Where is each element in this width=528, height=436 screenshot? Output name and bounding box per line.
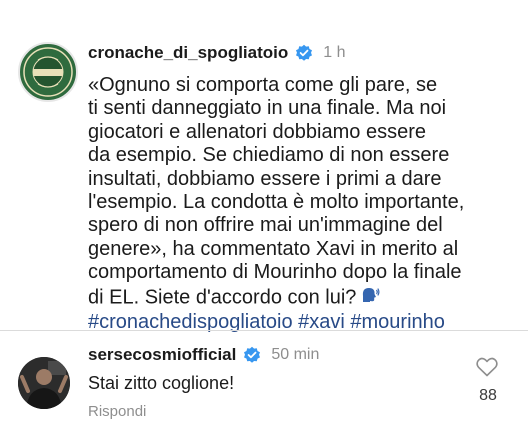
post-header: cronache_di_spogliatoio 1 h bbox=[88, 40, 346, 66]
caption-line: insultati, dobbiamo essere i primi a dar… bbox=[88, 167, 442, 190]
comment-row: sersecosmiofficial 50 min Stai zitto cog… bbox=[0, 331, 528, 436]
caption-line: di EL. Siete d'accordo con lui? bbox=[88, 286, 357, 309]
post-username[interactable]: cronache_di_spogliatoio bbox=[88, 43, 288, 63]
caption-line: genere», ha commentato Xavi in merito al bbox=[88, 237, 459, 260]
post-caption: cronache_di_spogliatoio 1 h «Ognuno si c… bbox=[0, 0, 528, 333]
caption-line: giocatori e allenatori dobbiamo essere bbox=[88, 120, 426, 143]
caption-line: da esempio. Se chiediamo di non essere bbox=[88, 144, 450, 167]
comment-text: Stai zitto coglione! bbox=[88, 373, 235, 393]
reply-button[interactable]: Rispondi bbox=[88, 403, 146, 420]
caption-line: ti senti danneggiato in una finale. Ma n… bbox=[88, 97, 447, 120]
caption-line: comportamento di Mourinho dopo la finale bbox=[88, 261, 462, 284]
caption-line-last: di EL. Siete d'accordo con lui? bbox=[88, 285, 518, 311]
caption-line: l'esempio. La condotta è molto important… bbox=[88, 191, 465, 214]
verified-badge-icon bbox=[295, 44, 313, 62]
caption-text: «Ognuno si comporta come gli pare, se ti… bbox=[88, 74, 518, 334]
caption-line: spero di non offrire mai un'immagine del bbox=[88, 214, 443, 237]
speaking-head-icon bbox=[360, 285, 380, 311]
avatar-sersecosmi[interactable] bbox=[18, 357, 70, 409]
like-heart-icon[interactable] bbox=[476, 357, 498, 377]
comment-username[interactable]: sersecosmiofficial bbox=[88, 345, 236, 365]
verified-badge-icon bbox=[243, 346, 261, 364]
like-count: 88 bbox=[479, 387, 497, 404]
caption-line: «Ognuno si comporta come gli pare, se bbox=[88, 74, 438, 96]
person-photo-icon bbox=[18, 357, 70, 409]
comment-header: sersecosmiofficial 50 min bbox=[88, 343, 319, 367]
post-time: 1 h bbox=[323, 44, 346, 61]
comment-time: 50 min bbox=[271, 346, 320, 363]
cronache-logo-icon bbox=[23, 47, 73, 97]
avatar-cronache[interactable] bbox=[18, 42, 78, 102]
